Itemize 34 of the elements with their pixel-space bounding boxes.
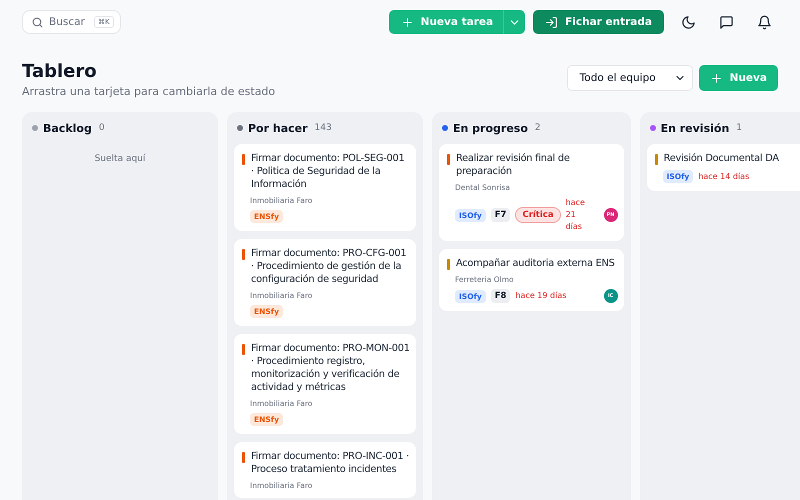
column-count: 143 bbox=[314, 123, 332, 133]
clock-in-button[interactable]: Fichar entrada bbox=[533, 10, 664, 34]
card-title: Firmar documento: POL-SEG-001 · Politica de Seguridad de la Información bbox=[251, 152, 406, 191]
card-title: Firmar documento: PRO-MON-001 · Procedimiento registro, monitorización y verificación de actividad y métricas bbox=[251, 342, 410, 394]
moon-icon bbox=[680, 14, 696, 30]
column-title: En progreso bbox=[453, 122, 528, 134]
bell-icon bbox=[756, 14, 772, 30]
plus-icon bbox=[710, 72, 723, 84]
card-title: Acompañar auditoria externa ENS bbox=[456, 257, 615, 270]
search-input[interactable]: Buscar bbox=[49, 16, 89, 28]
search-icon bbox=[31, 16, 44, 28]
priority-tag: Crítica bbox=[515, 207, 561, 223]
plus-icon bbox=[400, 16, 414, 28]
due-date: hace 19 días bbox=[515, 290, 566, 302]
card-title: Firmar documento: PRO-CFG-001 · Procedimiento de gestión de la configuración de seguridad bbox=[251, 247, 408, 286]
page-title: Tablero bbox=[22, 61, 98, 83]
due-date: hace 14 días bbox=[698, 170, 750, 182]
card-title: Realizar revisión final de preparación bbox=[456, 152, 571, 178]
due-date: hace 21 días bbox=[566, 197, 586, 233]
code-tag: F8 bbox=[490, 289, 510, 303]
code-tag: F7 bbox=[490, 208, 510, 222]
column-title: Backlog bbox=[43, 122, 92, 134]
drop-hint: Suelta aquí bbox=[94, 154, 146, 164]
column-count: 1 bbox=[736, 123, 742, 133]
sign-in-icon bbox=[545, 16, 558, 28]
column-count: 0 bbox=[98, 123, 105, 133]
column-title: En revisión bbox=[660, 122, 730, 134]
page-subtitle: Arrastra una tarjeta para cambiarla de estado bbox=[22, 85, 276, 98]
column-count: 2 bbox=[534, 123, 541, 133]
column-title: Por hacer bbox=[248, 122, 308, 134]
card-title: Revisión Documental DA bbox=[664, 152, 779, 165]
team-select[interactable]: Todo el equipo bbox=[566, 65, 693, 91]
card-title: Firmar documento: PRO-INC-001 · Proceso tratamiento incidentes bbox=[251, 450, 410, 476]
chat-icon bbox=[718, 14, 734, 30]
